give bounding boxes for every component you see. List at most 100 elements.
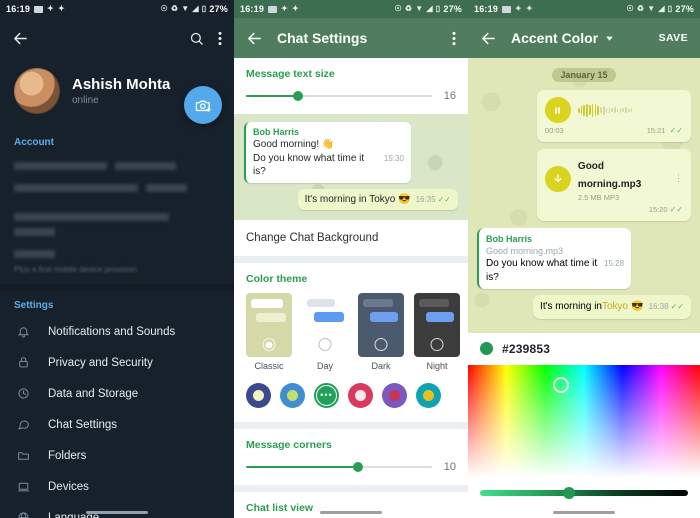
status-bar-left: 16:19 ✦ ✦: [6, 4, 65, 14]
read-ticks-icon: ✓✓: [437, 194, 451, 204]
wifi-icon: ▼: [415, 4, 424, 13]
sidebar-item-label: Folders: [48, 449, 87, 462]
outgoing-text: It's morning in: [540, 301, 602, 313]
pause-icon[interactable]: [544, 97, 571, 123]
search-icon[interactable]: [189, 31, 204, 46]
reply-quoted-text: Good morning.mp3: [486, 246, 564, 257]
accent-swatch-pink[interactable]: [348, 383, 373, 409]
message-text-size-slider[interactable]: [246, 91, 432, 101]
avatar[interactable]: [14, 68, 60, 114]
file-name: Good morning.mp3: [577, 161, 642, 190]
value-slider-knob[interactable]: [563, 486, 576, 499]
sidebar-item-notifications[interactable]: Notifications and Sounds: [0, 316, 234, 347]
theme-name: Classic: [254, 361, 284, 372]
outgoing-bubble: It's morning in Tokyo 😎 16:38 ✓✓: [533, 295, 691, 319]
back-arrow-icon[interactable]: [246, 30, 263, 47]
theme-option-day[interactable]: Day: [302, 293, 348, 371]
theme-option-classic[interactable]: Classic: [246, 293, 292, 371]
chat-list-view-options: [234, 514, 468, 518]
overflow-menu-icon[interactable]: [452, 31, 456, 46]
message-corners-slider[interactable]: [246, 462, 432, 473]
battery-icon: ▯: [667, 4, 673, 13]
accent-swatch-purple[interactable]: [382, 383, 407, 409]
panel-chat-settings: 16:19 ✦ ✦ ☉ ♻ ▼ ◢ ▯ 27% Chat Settings Me…: [234, 0, 468, 518]
message-corners-card: Message corners 10: [234, 429, 468, 486]
sidebar-item-privacy[interactable]: Privacy and Security: [0, 347, 234, 378]
theme-name: Dark: [371, 361, 391, 372]
message-corners-value: 10: [443, 461, 456, 474]
outgoing-time: 16:38: [648, 302, 669, 312]
sidebar-item-language[interactable]: Language: [0, 502, 234, 518]
theme-radio: [318, 338, 332, 352]
preview-incoming-line2-row: Do you know what time it is? 15:30: [253, 152, 404, 179]
theme-option-night[interactable]: Night: [414, 293, 460, 371]
sidebar-item-data-storage[interactable]: Data and Storage: [0, 378, 234, 409]
chat-preview: Bob Harris Good morning! 👋 Do you know w…: [234, 114, 468, 221]
voice-message-bubble[interactable]: 00:03 15:21 ✓✓: [536, 90, 691, 142]
sidebar-item-label: Privacy and Security: [48, 356, 153, 369]
overflow-menu-icon[interactable]: [218, 31, 222, 46]
signal-icon: ◢: [426, 4, 433, 13]
download-icon[interactable]: [544, 166, 571, 192]
sidebar-item-chat-settings[interactable]: Chat Settings: [0, 409, 234, 440]
sidebar-item-folders[interactable]: Folders: [0, 440, 234, 471]
mute-icon: ♻: [404, 4, 413, 13]
theme-radio: [374, 338, 388, 352]
reply-time: 15:28: [604, 259, 625, 269]
back-arrow-icon[interactable]: [480, 30, 497, 47]
value-slider[interactable]: [480, 486, 688, 499]
battery-percent: 27%: [443, 4, 462, 14]
redacted-value: [14, 184, 138, 192]
accent-swatch-blue[interactable]: [280, 383, 305, 409]
file-meta: 15:20 ✓✓: [545, 205, 683, 214]
contact-name: Ashish Mohta: [72, 75, 171, 93]
date-pill: January 15: [552, 68, 616, 82]
chevron-down-icon[interactable]: [604, 33, 615, 44]
vpn-icon: ☉: [160, 4, 168, 13]
accent-swatch-green-selected[interactable]: •••: [314, 383, 339, 409]
status-bar: 16:19 ✦ ✦ ☉ ♻ ▼ ◢ ▯ 27%: [0, 0, 234, 18]
outgoing-emoji: 😎: [631, 301, 644, 313]
color-theme-label: Color theme: [246, 273, 308, 286]
voice-meta-right: 15:21 ✓✓: [647, 126, 683, 135]
vpn-icon: ☉: [394, 4, 402, 13]
bluetooth-icon: ✦: [47, 4, 54, 13]
bluetooth-icon: ✦: [281, 4, 288, 13]
status-bar-right: ☉ ♻ ▼ ◢ ▯ 27%: [627, 4, 694, 14]
waveform[interactable]: [577, 103, 683, 117]
status-bar-right: ☉ ♻ ▼ ◢ ▯ 27%: [395, 4, 462, 14]
overflow-menu-icon[interactable]: ⋮: [674, 173, 683, 183]
message-text-size-value: 16: [443, 90, 456, 102]
sidebar-item-devices[interactable]: Devices: [0, 471, 234, 502]
redacted-value: [14, 213, 169, 221]
change-chat-background-button[interactable]: Change Chat Background: [234, 220, 468, 257]
account-section-label: Account: [14, 137, 54, 148]
save-button[interactable]: SAVE: [659, 32, 688, 44]
value-slider-row: [468, 478, 700, 499]
accent-swatch-indigo[interactable]: [246, 383, 271, 409]
accent-swatches: •••: [234, 373, 468, 422]
color-theme-card: Color theme Classic Day Dark Night •••: [234, 263, 468, 423]
accent-swatch-teal[interactable]: [416, 383, 441, 409]
screenshot-icon: [268, 5, 278, 13]
file-message-bubble[interactable]: Good morning.mp3 2.5 MB MP3 ⋮ 15:20 ✓✓: [536, 149, 691, 221]
preview-outgoing-row: It's morning in Tokyo 😎 16:35 ✓✓: [305, 193, 451, 207]
redacted-value: [145, 184, 187, 192]
divider: [0, 284, 234, 291]
color-picker-gradient[interactable]: [468, 364, 700, 478]
redacted-value: [114, 162, 177, 170]
bluetooth-icon: ✦: [515, 4, 522, 13]
hex-value[interactable]: #239853: [502, 342, 550, 356]
theme-name: Day: [316, 361, 333, 372]
voice-player: [544, 97, 683, 123]
status-bar-time: 16:19: [474, 4, 499, 14]
add-photo-button[interactable]: [184, 86, 222, 124]
page-title: Accent Color: [511, 30, 599, 46]
settings-section-label: Settings: [14, 300, 54, 311]
color-preview-dot: [480, 342, 493, 356]
color-picker-cursor[interactable]: [552, 377, 569, 394]
accent-chat-preview: January 15 00:03 15:21 ✓✓ Good morning.m…: [468, 58, 700, 333]
back-arrow-icon[interactable]: [12, 30, 29, 47]
theme-option-dark[interactable]: Dark: [358, 293, 404, 371]
theme-radio: [430, 338, 444, 352]
